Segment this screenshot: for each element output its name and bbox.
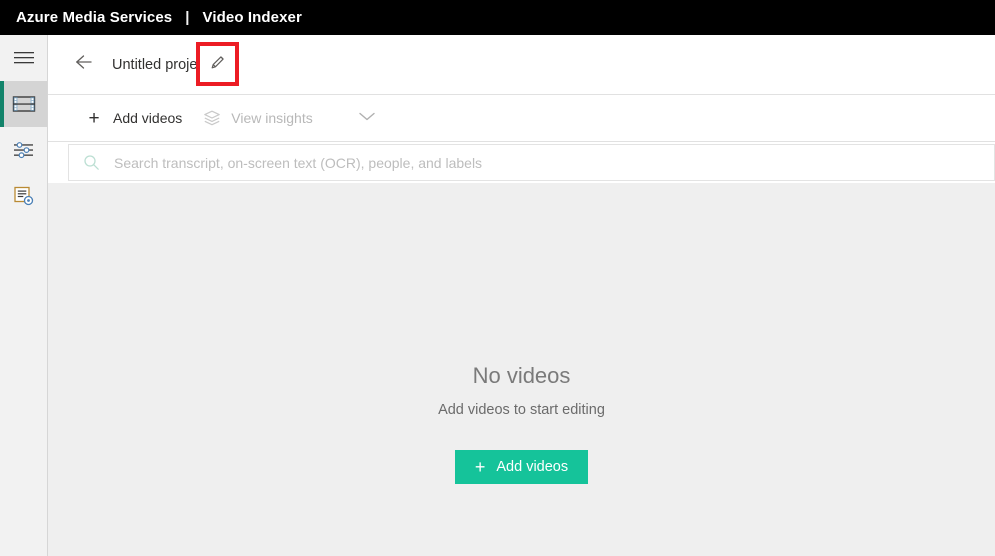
- chevron-down-icon: [357, 109, 377, 128]
- sidebar-item-model-customization[interactable]: [0, 173, 47, 219]
- empty-state: No videos Add videos to start editing + …: [48, 363, 995, 484]
- plus-icon: +: [88, 107, 100, 129]
- left-nav-rail: [0, 35, 48, 556]
- edit-project-name-highlight: [196, 42, 239, 86]
- hamburger-icon: [13, 50, 35, 66]
- sliders-icon: [12, 140, 36, 160]
- top-app-bar: Azure Media Services | Video Indexer: [0, 0, 995, 35]
- main-content: Untitled project + Add videos View insig…: [48, 35, 995, 556]
- film-strip-icon: [12, 94, 36, 114]
- empty-state-subtitle: Add videos to start editing: [438, 402, 605, 418]
- plus-icon: +: [474, 457, 486, 477]
- search-icon: [83, 154, 100, 171]
- add-videos-button[interactable]: + Add videos: [454, 450, 589, 484]
- toolbar-overflow-button[interactable]: [347, 100, 387, 136]
- view-insights-label: View insights: [231, 110, 313, 126]
- video-list-area: No videos Add videos to start editing + …: [48, 187, 995, 556]
- search-input[interactable]: [112, 145, 994, 180]
- pencil-icon[interactable]: [209, 53, 227, 76]
- sidebar-item-customization[interactable]: [0, 127, 47, 173]
- layers-icon: [202, 108, 222, 128]
- search-row: [48, 142, 995, 183]
- document-gear-icon: [12, 185, 36, 207]
- brand-title: Azure Media Services | Video Indexer: [0, 9, 302, 26]
- search-box[interactable]: [68, 144, 995, 181]
- add-videos-button-label: Add videos: [496, 459, 569, 475]
- back-arrow-icon: [75, 54, 95, 75]
- project-header: Untitled project: [48, 35, 995, 94]
- page-title: Untitled project: [112, 56, 209, 73]
- brand-product-name: Azure Media Services: [16, 9, 173, 26]
- brand-section-name: Video Indexer: [202, 9, 302, 26]
- sidebar-item-hamburger[interactable]: [0, 35, 47, 81]
- sidebar-item-media-library[interactable]: [0, 81, 47, 127]
- view-insights-button[interactable]: View insights: [192, 100, 322, 136]
- add-videos-toolbar-label: Add videos: [113, 110, 183, 126]
- project-toolbar: + Add videos View insights: [48, 94, 995, 142]
- back-button[interactable]: [74, 54, 96, 76]
- brand-separator: |: [185, 9, 190, 26]
- add-videos-toolbar-button[interactable]: + Add videos: [74, 100, 192, 136]
- empty-state-title: No videos: [472, 363, 571, 388]
